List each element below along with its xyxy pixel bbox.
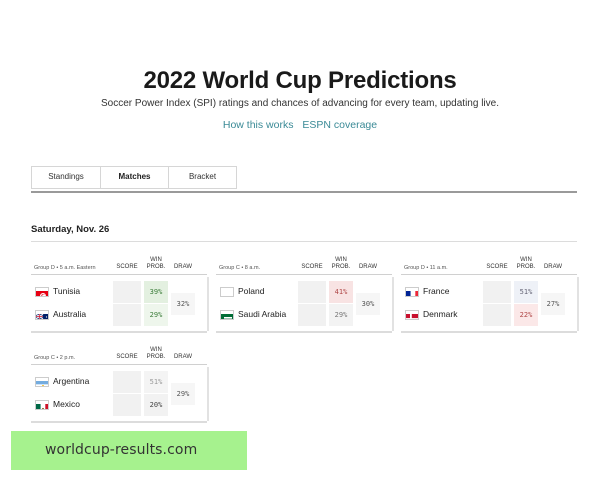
match-header: Group C • 8 a.m. SCORE WIN PROB. DRAW (216, 250, 392, 275)
page-header: 2022 World Cup Predictions Soccer Power … (0, 66, 600, 132)
espn-coverage-link[interactable]: ESPN coverage (302, 119, 377, 131)
watermark-banner: worldcup-results.com (11, 431, 247, 470)
header-links: How this works ESPN coverage (0, 119, 600, 132)
win-probability: 29% (144, 304, 168, 326)
match-header: Group C • 2 p.m. SCORE WIN PROB. DRAW (31, 340, 207, 365)
win-header-line1: WIN (335, 257, 347, 263)
match-card: Group D • 5 a.m. Eastern SCORE WIN PROB. … (31, 250, 209, 333)
poland-flag-icon (220, 287, 234, 297)
score-column-header: SCORE (486, 264, 508, 270)
win-probability: 20% (144, 394, 168, 416)
match-body: Tunisia 39% Australia 29% 32% (31, 277, 209, 333)
win-probability: 29% (329, 304, 353, 326)
team-name: Tunisia (53, 286, 81, 296)
match-group-time: Group D • 5 a.m. Eastern (34, 265, 96, 271)
france-flag-icon (405, 287, 419, 297)
match-header: Group D • 5 a.m. Eastern SCORE WIN PROB. … (31, 250, 207, 275)
win-prob-column-header: WIN PROB. (144, 257, 168, 271)
score-cell (113, 394, 141, 416)
score-cell (483, 304, 511, 326)
match-group-time: Group C • 2 p.m. (34, 355, 76, 361)
team-name: Mexico (53, 399, 80, 409)
match-card: Group C • 8 a.m. SCORE WIN PROB. DRAW Pol… (216, 250, 394, 333)
win-header-line2: PROB. (146, 264, 166, 270)
tabs-divider (31, 191, 577, 193)
win-probability: 41% (329, 281, 353, 303)
page-title: 2022 World Cup Predictions (143, 67, 457, 94)
match-group-time: Group D • 11 a.m. (404, 265, 448, 271)
tab-bracket[interactable]: Bracket (168, 167, 236, 188)
score-column-header: SCORE (116, 264, 138, 270)
argentina-flag-icon (35, 377, 49, 387)
match-body: France 51% Denmark 22% 27% (401, 277, 579, 333)
win-prob-column-header: WIN PROB. (514, 257, 538, 271)
draw-probability: 27% (541, 293, 565, 315)
win-probability: 22% (514, 304, 538, 326)
match-header: Group D • 11 a.m. SCORE WIN PROB. DRAW (401, 250, 577, 275)
win-prob-column-header: WIN PROB. (329, 257, 353, 271)
win-probability: 51% (144, 371, 168, 393)
match-card: Group C • 2 p.m. SCORE WIN PROB. DRAW Arg… (31, 340, 209, 423)
team-name: Saudi Arabia (238, 309, 287, 319)
date-divider (31, 241, 577, 242)
score-cell (483, 281, 511, 303)
draw-column-header: DRAW (358, 264, 378, 270)
tunisia-flag-icon (35, 287, 49, 297)
team-name: Argentina (53, 376, 90, 386)
draw-column-header: DRAW (173, 264, 193, 270)
denmark-flag-icon (405, 310, 419, 320)
team-name: France (423, 286, 450, 296)
match-body: Argentina 51% Mexico 20% 29% (31, 367, 209, 423)
win-prob-column-header: WIN PROB. (144, 347, 168, 361)
match-date-heading: Saturday, Nov. 26 (31, 224, 110, 235)
score-cell (298, 281, 326, 303)
draw-probability: 29% (171, 383, 195, 405)
win-header-line1: WIN (150, 347, 162, 353)
how-this-works-link[interactable]: How this works (223, 119, 294, 131)
match-body: Poland 41% Saudi Arabia 29% 30% (216, 277, 394, 333)
score-column-header: SCORE (301, 264, 323, 270)
team-name: Denmark (423, 309, 458, 319)
score-column-header: SCORE (116, 354, 138, 360)
tab-matches[interactable]: Matches (100, 167, 168, 188)
score-cell (113, 371, 141, 393)
win-probability: 51% (514, 281, 538, 303)
draw-probability: 30% (356, 293, 380, 315)
team-name: Australia (53, 309, 87, 319)
saudi-arabia-flag-icon (220, 310, 234, 320)
win-header-line1: WIN (520, 257, 532, 263)
draw-probability: 32% (171, 293, 195, 315)
win-header-line2: PROB. (331, 264, 351, 270)
match-group-time: Group C • 8 a.m. (219, 265, 261, 271)
score-cell (113, 281, 141, 303)
page-subtitle: Soccer Power Index (SPI) ratings and cha… (101, 98, 499, 109)
watermark-text: worldcup-results.com (45, 442, 198, 458)
win-probability: 39% (144, 281, 168, 303)
win-header-line2: PROB. (146, 354, 166, 360)
australia-flag-icon (35, 310, 49, 320)
win-header-line1: WIN (150, 257, 162, 263)
tab-standings[interactable]: Standings (32, 167, 100, 188)
win-header-line2: PROB. (516, 264, 536, 270)
draw-column-header: DRAW (173, 354, 193, 360)
draw-column-header: DRAW (543, 264, 563, 270)
team-name: Poland (238, 286, 265, 296)
score-cell (298, 304, 326, 326)
score-cell (113, 304, 141, 326)
mexico-flag-icon (35, 400, 49, 410)
view-tabs: Standings Matches Bracket (31, 166, 237, 189)
match-card: Group D • 11 a.m. SCORE WIN PROB. DRAW Fr… (401, 250, 579, 333)
